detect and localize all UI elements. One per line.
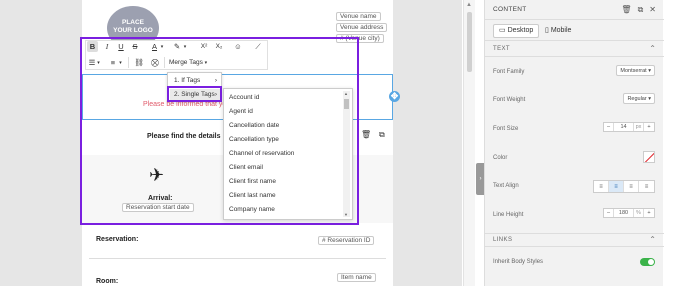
properties-panel: CONTENT 🗑 ⧉ ✕ ▭ Desktop ▯ Mobile TEXT ⌃ … xyxy=(484,0,664,286)
text-section-header[interactable]: TEXT ⌃ xyxy=(485,43,664,57)
align-center-icon[interactable]: ≡ xyxy=(609,181,624,192)
item-name-tag: Item name xyxy=(337,273,376,282)
menu-item-if-tags[interactable]: 1. If Tags › xyxy=(170,75,221,86)
font-size-input[interactable]: 14 xyxy=(614,123,634,131)
line-height-stepper[interactable]: – 180 % + xyxy=(603,208,655,218)
trash-icon[interactable]: 🗑 xyxy=(621,5,631,15)
tag-option[interactable]: Client first name xyxy=(229,178,276,185)
scroll-down-icon[interactable]: ▼ xyxy=(344,212,348,217)
color-label: Color xyxy=(493,155,508,161)
list-scrollbar[interactable]: ▲ ▼ xyxy=(343,91,350,217)
divider xyxy=(89,258,386,259)
tag-option[interactable]: Cancellation type xyxy=(229,136,279,143)
superscript-button[interactable]: X² xyxy=(198,41,210,52)
merge-tags-button[interactable]: Merge Tags ▾ xyxy=(169,57,215,68)
venue-name-tag: Venue name xyxy=(336,12,381,21)
tag-option[interactable]: Cancellation date xyxy=(229,122,279,129)
highlight-chevron-icon[interactable]: ▾ xyxy=(182,41,188,52)
font-weight-select[interactable]: Regular ▾ xyxy=(623,93,655,104)
font-color-chevron-icon[interactable]: ▾ xyxy=(159,41,165,52)
inherit-body-styles-toggle[interactable] xyxy=(640,258,655,266)
canvas-scrollbar[interactable]: ▲ xyxy=(463,0,475,286)
numbered-list-chevron-icon[interactable]: ▾ xyxy=(118,57,123,68)
merge-tags-chevron-icon: ▾ xyxy=(204,59,208,66)
font-size-label: Font Size xyxy=(493,126,519,132)
highlight-icon[interactable]: ✎ xyxy=(172,41,182,52)
panel-title: CONTENT xyxy=(493,6,527,13)
strikethrough-button[interactable]: S xyxy=(130,41,140,52)
reservation-id-tag: # Reservation ID xyxy=(318,236,375,245)
inherit-body-styles-label: Inherit Body Styles xyxy=(493,259,544,265)
move-handle-icon[interactable]: ✥ xyxy=(389,91,400,102)
scroll-thumb[interactable] xyxy=(344,99,349,109)
tag-option[interactable]: Account id xyxy=(229,94,259,101)
scroll-up-icon[interactable]: ▲ xyxy=(344,91,348,96)
desktop-icon: ▭ xyxy=(499,27,506,34)
numbered-list-icon[interactable]: ≡ xyxy=(108,57,118,68)
text-align-label: Text Align xyxy=(493,183,519,189)
emoji-icon[interactable]: ☺ xyxy=(233,41,243,52)
font-family-select[interactable]: Montserrat ▾ xyxy=(616,65,655,76)
room-label: Room: xyxy=(96,278,119,285)
italic-button[interactable]: I xyxy=(102,41,112,52)
line-height-input[interactable]: 180 xyxy=(614,209,634,217)
chevron-up-icon: ⌃ xyxy=(649,235,656,244)
font-family-label: Font Family xyxy=(493,69,525,75)
font-weight-label: Font Weight xyxy=(493,97,526,103)
link-icon[interactable]: ⛓ xyxy=(134,57,144,68)
color-swatch[interactable] xyxy=(643,151,655,163)
text-align-group: ≡ ≡ ≡ ≡ xyxy=(593,180,655,193)
tag-option[interactable]: Channel of reservation xyxy=(229,150,294,157)
font-color-button[interactable]: A xyxy=(150,41,159,52)
tag-option[interactable]: Company name xyxy=(229,206,275,213)
align-right-icon[interactable]: ≡ xyxy=(624,181,639,192)
tag-option[interactable]: Client email xyxy=(229,164,263,171)
links-section-header[interactable]: LINKS ⌃ xyxy=(485,233,664,247)
bullet-list-chevron-icon[interactable]: ▾ xyxy=(96,57,101,68)
unit-label: % xyxy=(634,209,644,217)
font-size-stepper[interactable]: – 14 px + xyxy=(603,122,655,132)
toolbar-divider xyxy=(128,57,129,68)
copy-icon[interactable]: ⧉ xyxy=(638,5,644,15)
bold-button[interactable]: B xyxy=(87,41,98,52)
align-left-icon[interactable]: ≡ xyxy=(594,181,609,192)
chevron-up-icon: ⌃ xyxy=(649,44,656,53)
tab-mobile[interactable]: ▯ Mobile xyxy=(540,24,576,38)
underline-button[interactable]: U xyxy=(116,41,126,52)
increment-button[interactable]: + xyxy=(644,209,654,217)
tag-option[interactable]: Agent id xyxy=(229,108,253,115)
close-icon[interactable]: ✕ xyxy=(649,5,656,15)
line-height-label: Line Height xyxy=(493,212,524,218)
unit-label: px xyxy=(634,123,644,131)
chevron-right-icon: › xyxy=(214,77,217,84)
subscript-button[interactable]: X₂ xyxy=(213,41,225,52)
venue-address-tag: Venue address xyxy=(336,23,388,32)
clear-format-icon[interactable]: ⟋ xyxy=(253,41,263,52)
unlink-icon[interactable]: ⛒ xyxy=(150,57,160,68)
mobile-icon: ▯ xyxy=(545,27,549,34)
editor-canvas: PLACE YOUR LOGO Venue name Venue address… xyxy=(0,0,462,286)
device-tabs: ▭ Desktop ▯ Mobile xyxy=(485,20,664,41)
decrement-button[interactable]: – xyxy=(604,209,614,217)
duplicate-icon[interactable]: ⧉ xyxy=(379,130,385,140)
increment-button[interactable]: + xyxy=(644,123,654,131)
single-tags-list: Account id Agent id Cancellation date Ca… xyxy=(223,88,353,220)
tab-desktop[interactable]: ▭ Desktop xyxy=(493,24,540,38)
single-tags-highlight xyxy=(167,86,222,102)
toolbar-divider xyxy=(164,57,165,68)
decrement-button[interactable]: – xyxy=(604,123,614,131)
scroll-up-icon[interactable]: ▲ xyxy=(466,2,472,8)
delete-icon[interactable]: 🗑 xyxy=(361,130,371,139)
reservation-label: Reservation: xyxy=(96,236,139,243)
tag-option[interactable]: Client last name xyxy=(229,192,276,199)
panel-header: CONTENT 🗑 ⧉ ✕ xyxy=(485,0,664,20)
scroll-thumb[interactable] xyxy=(467,12,472,72)
align-justify-icon[interactable]: ≡ xyxy=(639,181,654,192)
